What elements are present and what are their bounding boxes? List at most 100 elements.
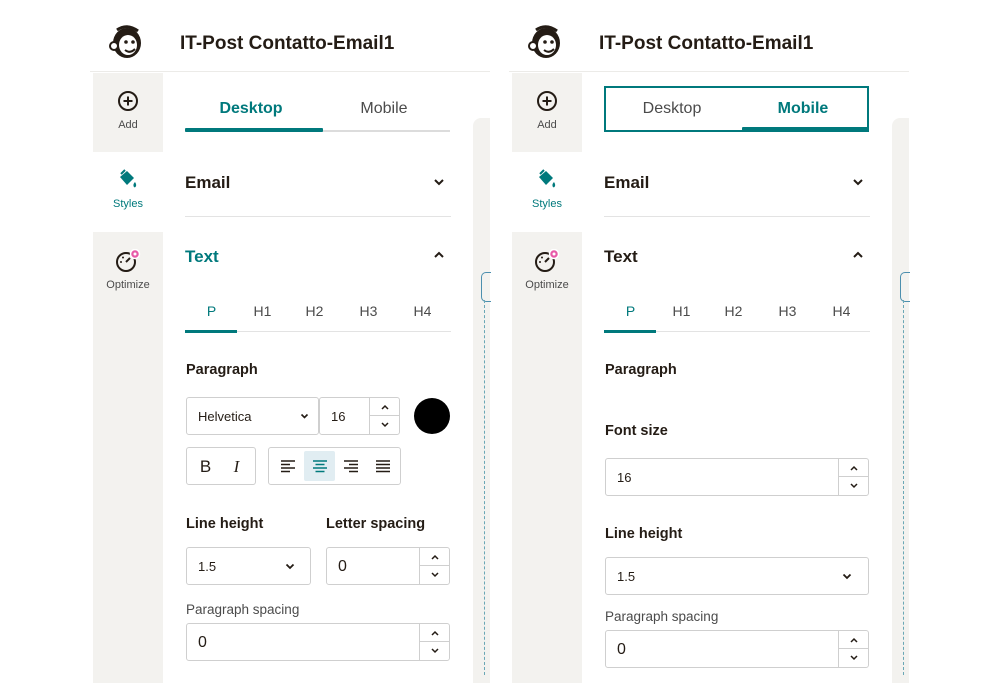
line-height-value: 1.5 xyxy=(198,559,217,574)
chevron-down-icon xyxy=(285,563,295,570)
heading-tab-indicator xyxy=(604,330,656,333)
increment-button[interactable] xyxy=(420,548,450,566)
canvas-preview-edge xyxy=(892,118,909,683)
font-size-stepper[interactable]: 16 xyxy=(319,397,400,435)
tab-desktop[interactable]: Desktop xyxy=(606,88,738,130)
align-justify-button[interactable] xyxy=(367,451,398,481)
tab-mobile[interactable]: Mobile xyxy=(737,88,869,130)
chevron-up-icon xyxy=(850,465,858,471)
font-size-value: 16 xyxy=(617,470,632,485)
heading-tab-p[interactable]: P xyxy=(185,303,238,319)
rail-styles-button[interactable]: Styles xyxy=(512,152,582,232)
plus-circle-icon xyxy=(537,91,557,111)
rail-add-label: Add xyxy=(537,119,557,131)
chevron-down-icon xyxy=(381,422,389,428)
align-center-button[interactable] xyxy=(304,451,335,481)
heading-tab-h4[interactable]: H4 xyxy=(396,303,449,319)
font-family-select[interactable]: Helvetica xyxy=(186,397,319,435)
canvas-preview-edge xyxy=(473,118,490,683)
text-section-header[interactable]: Text xyxy=(185,222,451,292)
increment-button[interactable] xyxy=(839,459,869,477)
heading-tab-h4[interactable]: H4 xyxy=(815,303,868,319)
heading-tab-indicator xyxy=(185,330,237,333)
email-section-label: Email xyxy=(185,173,231,192)
mailchimp-logo-icon[interactable] xyxy=(107,22,147,62)
heading-tab-h3[interactable]: H3 xyxy=(342,303,395,319)
decrement-button[interactable] xyxy=(370,416,400,434)
chevron-up-icon xyxy=(850,637,858,643)
chevron-down-icon xyxy=(842,573,852,580)
paragraph-label: Paragraph xyxy=(605,362,677,378)
email-section-label: Email xyxy=(604,173,650,192)
heading-tabs: P H1 H2 H3 H4 xyxy=(604,295,870,333)
chevron-down-icon xyxy=(850,655,858,661)
bold-icon: B xyxy=(199,457,212,476)
decrement-button[interactable] xyxy=(420,566,450,584)
heading-tabs: P H1 H2 H3 H4 xyxy=(185,295,451,333)
rail-styles-label: Styles xyxy=(532,198,562,210)
canvas-handle[interactable] xyxy=(481,272,491,302)
heading-tab-p[interactable]: P xyxy=(604,303,657,319)
increment-button[interactable] xyxy=(370,398,400,416)
font-size-spinner xyxy=(369,398,400,434)
bold-button[interactable]: B xyxy=(190,451,221,481)
rail-optimize-button[interactable]: Optimize xyxy=(93,233,163,311)
paragraph-spacing-stepper[interactable]: 0 xyxy=(186,623,450,661)
chevron-down-icon xyxy=(850,483,858,489)
align-center-icon xyxy=(313,460,327,473)
paint-bucket-icon xyxy=(539,169,556,188)
tab-desktop[interactable]: Desktop xyxy=(185,86,317,132)
text-section-label: Text xyxy=(185,247,219,266)
increment-button[interactable] xyxy=(839,631,869,649)
text-style-group: B I xyxy=(186,447,256,485)
email-section-header[interactable]: Email xyxy=(185,147,451,217)
app-header: IT-Post Contatto-Email1 xyxy=(90,0,490,72)
heading-tab-h2[interactable]: H2 xyxy=(707,303,760,319)
italic-button[interactable]: I xyxy=(221,451,252,481)
heading-tab-h1[interactable]: H1 xyxy=(655,303,708,319)
rail-add-button[interactable]: Add xyxy=(93,73,163,151)
align-left-button[interactable] xyxy=(272,451,303,481)
chevron-down-icon xyxy=(300,413,309,419)
paint-bucket-icon xyxy=(120,169,137,188)
canvas-handle[interactable] xyxy=(900,272,910,302)
font-size-label: Font size xyxy=(605,423,668,439)
decrement-button[interactable] xyxy=(420,642,450,660)
heading-tab-h2[interactable]: H2 xyxy=(288,303,341,319)
heading-tab-h1[interactable]: H1 xyxy=(236,303,289,319)
rail-optimize-button[interactable]: Optimize xyxy=(512,233,582,311)
page-title: IT-Post Contatto-Email1 xyxy=(599,33,814,54)
line-height-label: Line height xyxy=(186,516,264,532)
paragraph-spacing-stepper[interactable]: 0 xyxy=(605,630,869,668)
chevron-down-icon xyxy=(853,179,863,186)
mailchimp-logo-icon[interactable] xyxy=(526,22,566,62)
italic-icon: I xyxy=(233,457,240,476)
rail-styles-button[interactable]: Styles xyxy=(93,152,163,232)
decrement-button[interactable] xyxy=(839,649,869,667)
letter-spacing-label: Letter spacing xyxy=(326,516,426,532)
letter-spacing-stepper[interactable]: 0 xyxy=(326,547,450,585)
text-section-header[interactable]: Text xyxy=(604,222,870,292)
font-size-value: 16 xyxy=(331,409,346,424)
rail-add-button[interactable]: Add xyxy=(512,73,582,151)
tab-mobile[interactable]: Mobile xyxy=(318,86,450,132)
chevron-up-icon xyxy=(381,404,389,410)
page-title: IT-Post Contatto-Email1 xyxy=(180,33,395,54)
chevron-down-icon xyxy=(431,572,439,578)
chevron-up-icon xyxy=(853,251,863,258)
text-color-swatch[interactable] xyxy=(414,398,450,434)
line-height-select[interactable]: 1.5 xyxy=(605,557,869,595)
decrement-button[interactable] xyxy=(839,477,869,495)
letter-spacing-spinner xyxy=(419,548,450,584)
email-section-header[interactable]: Email xyxy=(604,147,870,217)
canvas-guide xyxy=(903,300,904,675)
chevron-up-icon xyxy=(431,554,439,560)
gauge-icon xyxy=(116,249,141,272)
rail-optimize-label: Optimize xyxy=(106,279,150,291)
increment-button[interactable] xyxy=(420,624,450,642)
font-size-stepper[interactable]: 16 xyxy=(605,458,869,496)
chevron-up-icon xyxy=(434,251,444,258)
align-right-button[interactable] xyxy=(335,451,366,481)
heading-tab-h3[interactable]: H3 xyxy=(761,303,814,319)
line-height-select[interactable]: 1.5 xyxy=(186,547,311,585)
